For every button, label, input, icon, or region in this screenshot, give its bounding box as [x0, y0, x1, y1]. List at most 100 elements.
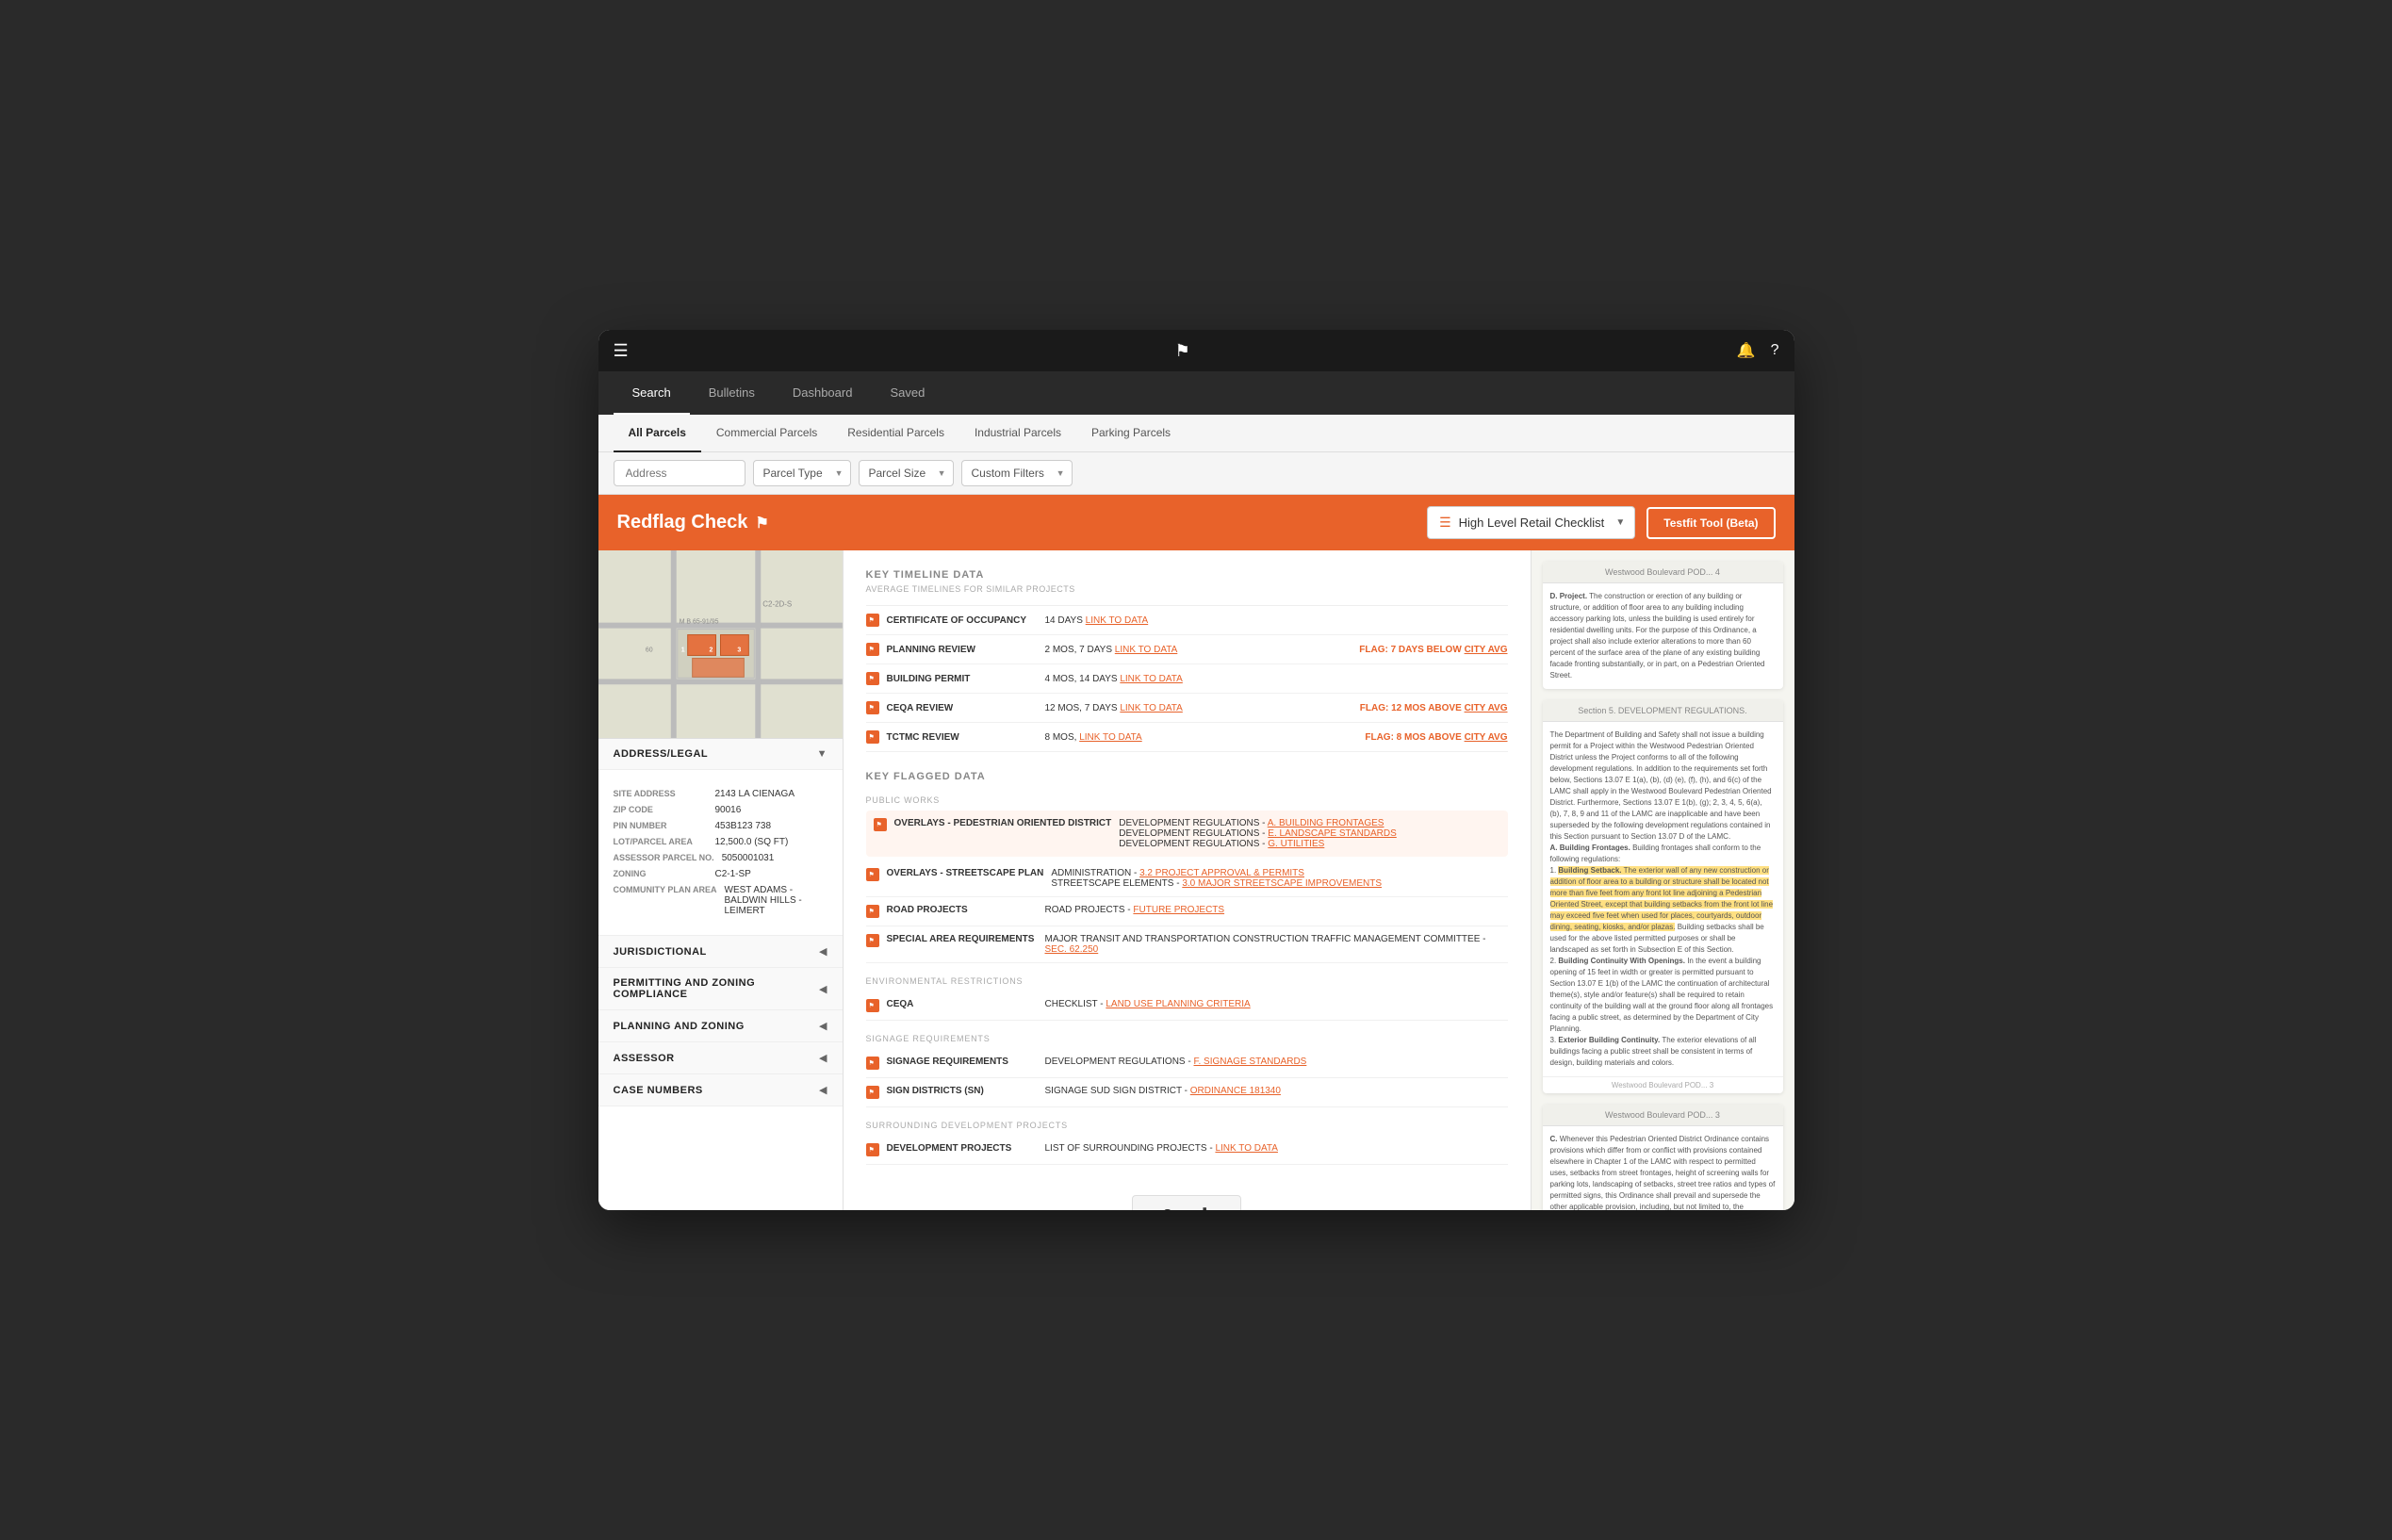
sub-tab-parking-parcels[interactable]: Parking Parcels — [1076, 415, 1186, 452]
svg-text:M B 65-91/95: M B 65-91/95 — [679, 619, 718, 626]
flag-sq-dev-projects: ⚑ — [866, 1143, 879, 1156]
bell-icon[interactable]: 🔔 — [1737, 341, 1756, 360]
sub-tab-industrial-parcels[interactable]: Industrial Parcels — [959, 415, 1076, 452]
redflag-flag-icon: ⚑ — [755, 514, 768, 532]
permit-link[interactable]: LINK TO DATA — [1120, 674, 1183, 684]
address-info-grid: SITE ADDRESS 2143 LA CIENAGA ZIP CODE 90… — [614, 781, 827, 924]
ceqa-link[interactable]: LINK TO DATA — [1120, 703, 1183, 713]
flag-sq-ceqa: ⚑ — [866, 701, 879, 714]
title-bar: ☰ ⚑ 🔔 ? — [598, 330, 1794, 371]
cert-link[interactable]: LINK TO DATA — [1086, 615, 1149, 626]
left-sidebar: C2-2D-S 1 2 3 60 M B 65-91/95 ADDRESS/LE… — [598, 550, 844, 1210]
help-icon[interactable]: ? — [1771, 342, 1779, 359]
link-ordinance[interactable]: ORDINANCE 181340 — [1190, 1086, 1281, 1096]
tctmc-city-link[interactable]: CITY AVG — [1465, 732, 1508, 743]
category-signage: SIGNAGE REQUIREMENTS — [866, 1034, 1508, 1043]
link-signage-standards[interactable]: F. SIGNAGE STANDARDS — [1194, 1057, 1307, 1067]
timeline-data-planning: 2 MOS, 7 DAYS LINK TO DATA — [1045, 645, 1352, 655]
parcel-type-select[interactable]: Parcel Type — [753, 460, 851, 486]
flag-sq-cert: ⚑ — [866, 614, 879, 627]
info-label-zoning: ZONING — [614, 869, 708, 878]
permitting-header[interactable]: PERMITTING AND ZONING COMPLIANCE ◀ — [598, 968, 843, 1010]
timeline-row-tctmc: ⚑ TCTMC REVIEW 8 MOS, LINK TO DATA FLAG:… — [866, 723, 1508, 752]
jurisdictional-arrow: ◀ — [819, 945, 827, 958]
timeline-flag-tctmc: FLAG: 8 MOS ABOVE CITY AVG — [1365, 732, 1507, 743]
flag-sq-planning: ⚑ — [866, 643, 879, 656]
redflag-right: ☰ High Level Retail Checklist Testfit To… — [1427, 506, 1775, 539]
link-project-approval[interactable]: 3.2 PROJECT APPROVAL & PERMITS — [1139, 868, 1304, 878]
highlight-building-setback: Building Setback. The exterior wall of a… — [1550, 866, 1774, 931]
link-building-frontages[interactable]: A. BUILDING FRONTAGES — [1268, 818, 1384, 828]
save-button-wrap: Save ⬇ — [866, 1184, 1508, 1210]
flagged-name-ceqa-env: CEQA — [887, 999, 1038, 1009]
nav-tab-saved[interactable]: Saved — [871, 371, 943, 415]
info-value-site: 2143 LA CIENAGA — [715, 789, 827, 799]
app-window: ☰ ⚑ 🔔 ? Search Bulletins Dashboard Saved… — [598, 330, 1794, 1210]
jurisdictional-header[interactable]: JURISDICTIONAL ◀ — [598, 936, 843, 968]
ceqa-city-link[interactable]: CITY AVG — [1465, 703, 1508, 713]
flagged-row-road: ⚑ ROAD PROJECTS ROAD PROJECTS - FUTURE P… — [866, 897, 1508, 926]
flagged-data-special-area: MAJOR TRANSIT AND TRANSPORTATION CONSTRU… — [1045, 934, 1508, 955]
link-future-projects[interactable]: FUTURE PROJECTS — [1133, 905, 1224, 915]
address-input[interactable] — [614, 460, 745, 486]
planning-link[interactable]: LINK TO DATA — [1115, 645, 1178, 655]
link-sec-62250[interactable]: SEC. 62.250 — [1045, 944, 1099, 955]
svg-text:3: 3 — [737, 647, 741, 653]
flagged-row-special-area: ⚑ SPECIAL AREA REQUIREMENTS MAJOR TRANSI… — [866, 926, 1508, 963]
info-value-zoning: C2-1-SP — [715, 869, 827, 879]
flagged-name-sign-districts: SIGN DISTRICTS (SN) — [887, 1086, 1038, 1096]
link-landscape-standards[interactable]: E. LANDSCAPE STANDARDS — [1268, 828, 1397, 839]
case-numbers-arrow: ◀ — [819, 1084, 827, 1096]
flagged-name-overlays-ped: OVERLAYS - PEDESTRIAN ORIENTED DISTRICT — [894, 818, 1112, 828]
nav-tab-bulletins[interactable]: Bulletins — [690, 371, 774, 415]
flag-sq-ceqa-env: ⚑ — [866, 999, 879, 1012]
save-icon: ⬇ — [1200, 1205, 1210, 1210]
sub-tab-all-parcels[interactable]: All Parcels — [614, 415, 701, 452]
nav-tab-dashboard[interactable]: Dashboard — [774, 371, 872, 415]
flagged-data-ceqa-env: CHECKLIST - LAND USE PLANNING CRITERIA — [1045, 999, 1508, 1009]
planning-city-link[interactable]: CITY AVG — [1465, 645, 1508, 655]
case-numbers-header[interactable]: CASE NUMBERS ◀ — [598, 1074, 843, 1106]
timeline-name-permit: BUILDING PERMIT — [887, 674, 1038, 684]
info-value-apn: 5050001031 — [722, 853, 827, 863]
info-value-community: WEST ADAMS - BALDWIN HILLS - LEIMERT — [725, 885, 827, 916]
address-section-header[interactable]: ADDRESS/LEGAL ▼ — [598, 739, 843, 770]
flagged-data-overlays-ped: DEVELOPMENT REGULATIONS - A. BUILDING FR… — [1119, 818, 1499, 849]
info-row-zip: ZIP CODE 90016 — [614, 805, 827, 815]
save-label: Save — [1163, 1206, 1191, 1211]
checklist-label: High Level Retail Checklist — [1459, 516, 1605, 530]
flagged-row-streetscape: ⚑ OVERLAYS - STREETSCAPE PLAN ADMINISTRA… — [866, 860, 1508, 897]
category-public-works: PUBLIC WORKS — [866, 795, 1508, 805]
flag-icon: ⚑ — [1175, 341, 1190, 361]
link-land-use-planning[interactable]: LAND USE PLANNING CRITERIA — [1106, 999, 1250, 1009]
custom-filters-select[interactable]: Custom Filters — [961, 460, 1073, 486]
link-surrounding-data[interactable]: LINK TO DATA — [1215, 1143, 1278, 1154]
title-bar-left: ☰ — [614, 341, 629, 361]
checklist-dropdown[interactable]: ☰ High Level Retail Checklist — [1427, 506, 1635, 539]
flagged-row-sign-districts: ⚑ SIGN DISTRICTS (SN) SIGNAGE SUD SIGN D… — [866, 1078, 1508, 1107]
flagged-section-label: KEY FLAGGED DATA — [866, 771, 1508, 782]
save-button[interactable]: Save ⬇ — [1132, 1195, 1240, 1210]
flagged-section: PUBLIC WORKS ⚑ OVERLAYS - PEDESTRIAN ORI… — [866, 795, 1508, 1165]
case-numbers-title: CASE NUMBERS — [614, 1085, 703, 1096]
timeline-table: ⚑ CERTIFICATE OF OCCUPANCY 14 DAYS LINK … — [866, 605, 1508, 752]
info-value-pin: 453B123 738 — [715, 821, 827, 831]
tctmc-link[interactable]: LINK TO DATA — [1079, 732, 1142, 743]
testfit-button[interactable]: Testfit Tool (Beta) — [1647, 507, 1775, 539]
parcel-size-select[interactable]: Parcel Size — [859, 460, 954, 486]
flag-sq-permit: ⚑ — [866, 672, 879, 685]
main-content: C2-2D-S 1 2 3 60 M B 65-91/95 ADDRESS/LE… — [598, 550, 1794, 1210]
sub-tab-residential-parcels[interactable]: Residential Parcels — [832, 415, 959, 452]
nav-tab-search[interactable]: Search — [614, 371, 690, 415]
link-utilities[interactable]: G. UTILITIES — [1268, 839, 1324, 849]
link-streetscape-improvements[interactable]: 3.0 MAJOR STREETSCAPE IMPROVEMENTS — [1182, 878, 1382, 889]
planning-header[interactable]: PLANNING AND ZONING ◀ — [598, 1010, 843, 1042]
timeline-row-ceqa: ⚑ CEQA REVIEW 12 MOS, 7 DAYS LINK TO DAT… — [866, 694, 1508, 723]
sub-tab-commercial-parcels[interactable]: Commercial Parcels — [701, 415, 832, 452]
assessor-header[interactable]: ASSESSOR ◀ — [598, 1042, 843, 1074]
flagged-row-overlays-ped: ⚑ OVERLAYS - PEDESTRIAN ORIENTED DISTRIC… — [866, 811, 1508, 857]
category-surrounding: SURROUNDING DEVELOPMENT PROJECTS — [866, 1121, 1508, 1130]
hamburger-icon[interactable]: ☰ — [614, 341, 629, 361]
flag-sq-road: ⚑ — [866, 905, 879, 918]
timeline-data-tctmc: 8 MOS, LINK TO DATA — [1045, 732, 1358, 743]
